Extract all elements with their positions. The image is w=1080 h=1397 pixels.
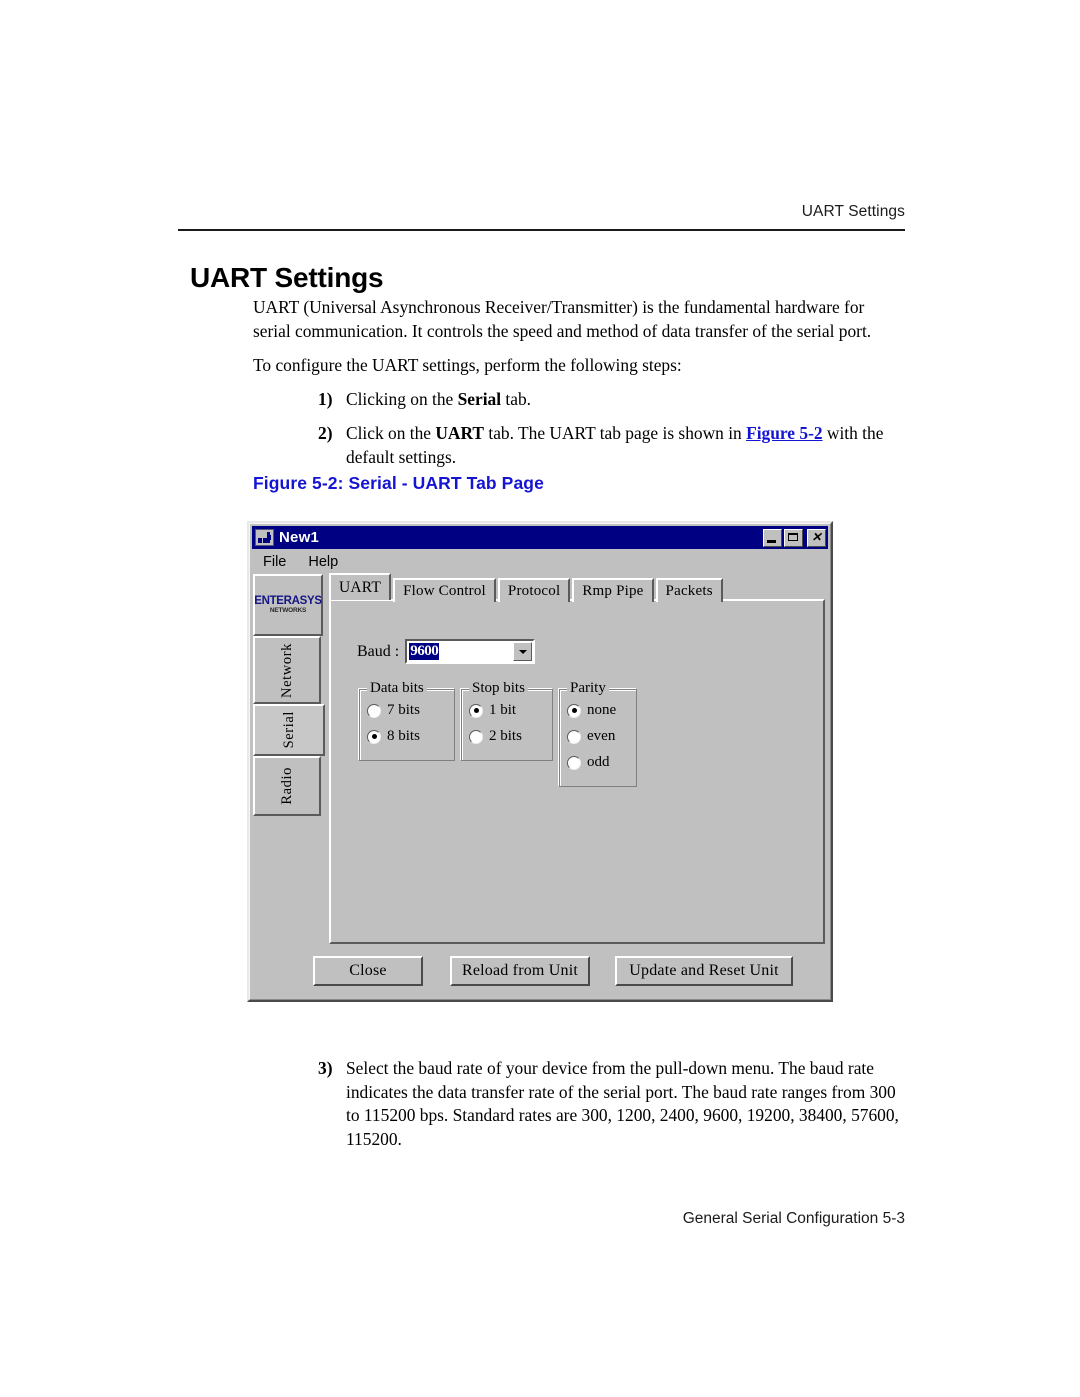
tab-label: UART	[339, 578, 382, 596]
step-text-mid: tab. The UART tab page is shown in	[484, 423, 747, 443]
list-item: 2) Click on the UART tab. The UART tab p…	[253, 422, 899, 469]
radio-option-8-bits[interactable]: 8 bits	[367, 728, 420, 745]
window-controls: ✕	[763, 528, 826, 547]
window-body: ENTERASYS NETWORKS Network Serial Radio …	[253, 573, 827, 996]
step-number: 1)	[318, 389, 333, 409]
minimize-button[interactable]	[763, 528, 782, 547]
step-number: 3)	[318, 1058, 333, 1078]
stop-bits-group: Stop bits 1 bit 2 bits	[461, 680, 553, 761]
logo-subtext: NETWORKS	[269, 606, 307, 614]
list-item: 1) Clicking on the Serial tab.	[253, 388, 899, 412]
running-header: UART Settings	[801, 203, 905, 220]
title-bar[interactable]: New1 ✕	[252, 526, 828, 549]
page-footer: General Serial Configuration 5-3	[682, 1210, 905, 1227]
radio-label: 7 bits	[387, 702, 420, 718]
window-title: New1	[279, 529, 319, 546]
radio-option-none[interactable]: none	[567, 702, 616, 719]
radio-icon	[567, 755, 581, 770]
tab-rmp-pipe[interactable]: Rmp Pipe	[572, 578, 654, 602]
baud-rate-combobox[interactable]: 9600	[405, 639, 536, 664]
close-dialog-button[interactable]: Close	[313, 956, 423, 986]
parity-group: Parity none even odd	[559, 680, 637, 787]
logo-wrap: ENTERASYS NETWORKS	[254, 595, 322, 614]
radio-option-even[interactable]: even	[567, 728, 615, 745]
step-text: Click on the UART tab. The UART tab page…	[346, 422, 899, 469]
radio-option-odd[interactable]: odd	[567, 754, 610, 771]
tab-label: Flow Control	[403, 582, 486, 599]
baud-rate-value: 9600	[409, 643, 440, 660]
application-icon	[255, 529, 274, 546]
radio-icon-selected	[469, 703, 483, 718]
chevron-down-icon[interactable]	[513, 642, 533, 661]
menu-item-help[interactable]: Help	[305, 553, 341, 571]
radio-label: odd	[587, 754, 610, 770]
baud-rate-row: Baud : 9600	[357, 639, 536, 664]
header-divider	[178, 229, 905, 231]
radio-label: 8 bits	[387, 728, 420, 744]
tab-label: Packets	[665, 582, 713, 599]
step-emphasis: Serial	[457, 389, 502, 409]
page-title: UART Settings	[190, 261, 384, 293]
radio-option-2-bits[interactable]: 2 bits	[469, 728, 522, 745]
radio-label: 2 bits	[489, 728, 522, 744]
close-button[interactable]: ✕	[807, 528, 826, 547]
sidebar-tab-network[interactable]: Network	[253, 636, 321, 704]
figure-cross-reference-link[interactable]: Figure 5-2	[746, 423, 822, 443]
step-text-before: Click on the	[346, 423, 436, 443]
step-text: Clicking on the Serial tab.	[346, 388, 899, 412]
radio-label: none	[587, 702, 617, 718]
step-number: 2)	[318, 423, 333, 443]
sidebar-tab-label: Network	[278, 642, 295, 698]
group-title: Parity	[567, 680, 609, 697]
radio-icon-selected	[367, 729, 381, 744]
step-emphasis: UART	[435, 423, 485, 443]
maximize-button[interactable]	[784, 528, 803, 547]
radio-icon-selected	[567, 703, 581, 718]
reload-from-unit-button[interactable]: Reload from Unit	[450, 956, 590, 986]
data-bits-group: Data bits 7 bits 8 bits	[359, 680, 455, 761]
radio-label: 1 bit	[489, 702, 517, 718]
tab-protocol[interactable]: Protocol	[497, 578, 571, 602]
menu-item-file[interactable]: File	[260, 553, 289, 571]
application-window: New1 ✕ File Help ENTERASYS NETWORKS Netw…	[247, 521, 833, 1002]
baud-label: Baud :	[357, 642, 400, 660]
minimize-icon	[767, 540, 776, 543]
radio-icon	[367, 703, 381, 718]
figure-caption: Figure 5-2: Serial - UART Tab Page	[253, 473, 544, 493]
radio-label: even	[587, 728, 616, 744]
close-icon: ✕	[811, 529, 822, 544]
sidebar-tab-serial[interactable]: Serial	[253, 704, 325, 756]
vertical-tab-strip: ENTERASYS NETWORKS Network Serial Radio	[253, 574, 325, 834]
list-item: 3) Select the baud rate of your device f…	[253, 1057, 899, 1151]
tab-host: UART Flow Control Protocol Rmp Pipe Pack…	[329, 573, 827, 944]
group-title: Data bits	[367, 680, 427, 697]
radio-icon	[567, 729, 581, 744]
sidebar-tab-label: Serial	[280, 711, 297, 749]
radio-option-1-bit[interactable]: 1 bit	[469, 702, 516, 719]
tab-packets[interactable]: Packets	[655, 578, 723, 602]
group-title: Stop bits	[469, 680, 528, 697]
step-text-before: Clicking on the	[346, 389, 458, 409]
radio-option-7-bits[interactable]: 7 bits	[367, 702, 420, 719]
steps-lead-paragraph: To configure the UART settings, perform …	[253, 355, 682, 375]
maximize-icon	[788, 532, 798, 541]
sidebar-tab-label: Radio	[278, 767, 295, 805]
uart-tab-page: Baud : 9600 Data bits 7 bits 8 bits Stop…	[329, 599, 825, 944]
tab-strip: UART Flow Control Protocol Rmp Pipe Pack…	[329, 573, 725, 602]
tab-label: Rmp Pipe	[582, 582, 644, 599]
intro-paragraph: UART (Universal Asynchronous Receiver/Tr…	[253, 297, 872, 341]
dialog-button-row: Close Reload from Unit Update and Reset …	[253, 956, 827, 996]
tab-label: Protocol	[507, 582, 561, 599]
tab-flow-control[interactable]: Flow Control	[393, 578, 496, 602]
radio-icon	[469, 729, 483, 744]
enterasys-logo: ENTERASYS NETWORKS	[253, 574, 323, 636]
tab-uart[interactable]: UART	[329, 573, 392, 600]
step-text: Select the baud rate of your device from…	[346, 1058, 899, 1149]
logo-wordmark: ENTERASYS	[254, 595, 322, 607]
update-and-reset-unit-button[interactable]: Update and Reset Unit	[615, 956, 793, 986]
step-text-after: tab.	[501, 389, 532, 409]
menu-bar: File Help	[253, 551, 341, 572]
sidebar-tab-radio[interactable]: Radio	[253, 756, 321, 816]
